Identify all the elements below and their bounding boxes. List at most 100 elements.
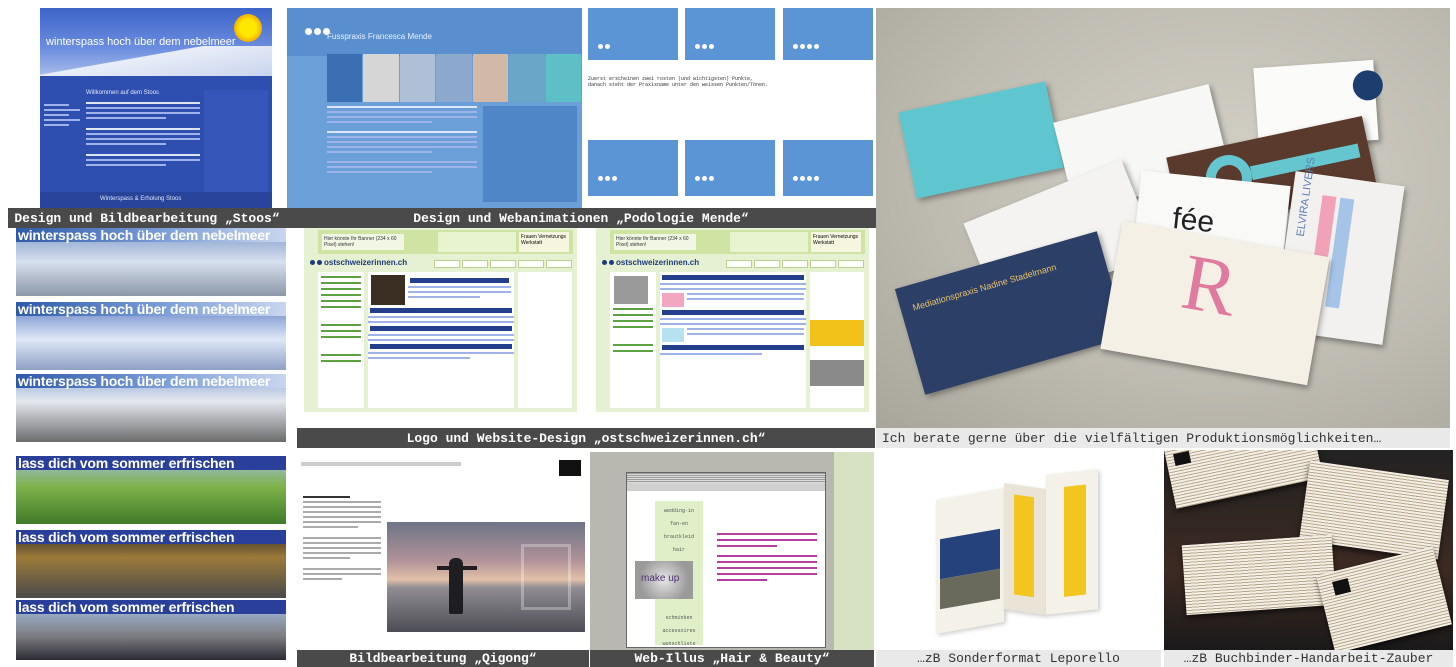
hair-menu-item[interactable]: hair — [655, 547, 703, 553]
ost-yellow-box — [810, 320, 864, 346]
ost-website-screenshot-1: Hier könnte Ihr Banner (234 x 60 Pixel) … — [304, 228, 577, 412]
card-mediation: Mediationspraxis Nadine Stadelmann — [894, 231, 1128, 395]
ost-top-banner: Hier könnte Ihr Banner (234 x 60 Pixel) … — [318, 230, 573, 254]
hair-menu-item[interactable]: fan-en — [655, 521, 703, 527]
window-titlebar — [627, 473, 825, 483]
stoos-header: winterspass hoch über dem nebelmeer — [40, 8, 272, 76]
ost-logo-text: ostschweizerinnen.ch — [324, 258, 408, 267]
window-toolbar — [627, 483, 825, 491]
podologie-frame-5 — [685, 140, 775, 196]
buchbinder-photo — [1164, 450, 1453, 650]
ost-side-nav — [610, 272, 656, 408]
podologie-photo-strip — [327, 54, 582, 102]
ost-banner-placeholder: Hier könnte Ihr Banner (234 x 60 Pixel) … — [322, 234, 404, 250]
podologie-animation-notes: Zuerst erscheinen zwei rosten (und wicht… — [588, 64, 872, 134]
podologie-text-block — [327, 106, 477, 176]
podologie-title: Fusspraxis Francesca Mende — [327, 32, 432, 41]
ost-event-box: Frauen Vernetzungs Werkstatt — [519, 232, 569, 252]
business-cards-photo: fée ELVIRA LIVERS Mediationspraxis Nadin… — [876, 8, 1450, 428]
banner-1: winterspass hoch über dem nebelmeer — [16, 228, 286, 296]
banner-4-text: lass dich vom sommer erfrischen — [16, 456, 286, 470]
stoos-website-screenshot: winterspass hoch über dem nebelmeer Will… — [40, 8, 272, 208]
ost-placeholder-image — [614, 276, 648, 304]
hair-right-panel — [834, 452, 874, 650]
ost-date-box — [730, 232, 808, 252]
qigong-beach-photo — [387, 522, 585, 632]
mountain-graphic — [40, 46, 272, 76]
podologie-frame-6 — [783, 140, 873, 196]
dots-icon — [598, 36, 612, 54]
dots-icon — [793, 168, 821, 186]
makeup-label: make up — [641, 573, 680, 584]
podologie-frame-3 — [783, 8, 873, 60]
banner-6: lass dich vom sommer erfrischen — [16, 600, 286, 660]
banner-3-text: winterspass hoch über dem nebelmeer — [16, 374, 286, 388]
podologie-frame-4 — [588, 140, 678, 196]
dots-icon — [695, 36, 716, 54]
dots-icon — [793, 36, 821, 54]
caption-stoos: Design und Bildbearbeitung „Stoos“ — [8, 208, 286, 228]
sun-logo-icon — [234, 14, 262, 42]
qigong-text-column — [303, 496, 381, 583]
card-stack-4 — [1316, 546, 1452, 650]
caption-podologie: Design und Webanimationen „Podologie Men… — [286, 208, 876, 228]
card-stack-1 — [1164, 450, 1324, 509]
podologie-website-screenshot: Fusspraxis Francesca Mende — [287, 8, 582, 208]
leporello-yellow-bar — [1014, 494, 1034, 598]
ost-banner-placeholder: Hier könnte Ihr Banner (234 x 60 Pixel) … — [614, 234, 696, 250]
stoos-main-content: Willkommen auf dem Stoos — [86, 90, 200, 169]
card-turquoise — [898, 81, 1064, 199]
hair-beauty-screenshot: wedding-in fan-en brautkleid hair schmin… — [590, 452, 874, 650]
hair-menu-item[interactable]: schminken — [655, 615, 703, 621]
hair-text-block — [717, 533, 817, 585]
banner-4: lass dich vom sommer erfrischen — [16, 456, 286, 524]
ost-event-box: Frauen Vernetzungs Werkstatt — [811, 232, 861, 252]
ost-main-content — [368, 272, 514, 408]
leporello-panel-2 — [1004, 483, 1046, 615]
hair-menu-item[interactable]: accessoires — [655, 628, 703, 634]
ost-logo-text: ostschweizerinnen.ch — [616, 258, 700, 267]
qigong-nav-bar — [301, 462, 461, 466]
stoos-welcome-heading: Willkommen auf dem Stoos — [86, 90, 160, 96]
ost-top-menu — [434, 260, 572, 268]
banner-6-text: lass dich vom sommer erfrischen — [16, 600, 286, 614]
stoos-footer: Winterspass & Erholung Stoos — [40, 192, 272, 208]
circle-logo-icon — [1351, 69, 1384, 102]
browser-window: wedding-in fan-en brautkleid hair schmin… — [626, 472, 826, 648]
banner-2: winterspass hoch über dem nebelmeer — [16, 302, 286, 370]
gold-logo-icon — [1332, 578, 1352, 596]
hair-menu-item[interactable]: wunschliste — [655, 641, 703, 647]
caption-ost: Logo und Website-Design „ostschweizerinn… — [297, 428, 875, 448]
ost-logo: ostschweizerinnen.ch — [602, 258, 699, 267]
qigong-website-screenshot — [297, 452, 589, 650]
mediation-title: Mediationspraxis Nadine Stadelmann — [911, 261, 1058, 313]
ost-right-rail — [518, 272, 572, 408]
podologie-sidebar — [483, 106, 577, 202]
banner-5-text: lass dich vom sommer erfrischen — [16, 530, 286, 544]
podologie-frame-1 — [588, 8, 678, 60]
ost-right-rail — [810, 272, 864, 408]
ost-top-menu — [726, 260, 864, 268]
stoos-site-title: winterspass hoch über dem nebelmeer — [46, 36, 236, 48]
ost-pink-box — [662, 293, 684, 307]
hair-menu-item[interactable]: wedding-in — [655, 508, 703, 514]
makeup-graphic: make up — [635, 561, 693, 599]
gold-logo-icon — [1173, 450, 1192, 466]
kanji-watermark — [521, 544, 571, 610]
ost-website-screenshot-2: Hier könnte Ihr Banner (234 x 60 Pixel) … — [596, 228, 869, 412]
hair-menu-item[interactable]: brautkleid — [655, 534, 703, 540]
podologie-intro-line-2: danach steht der Praxisname unter den we… — [588, 82, 769, 88]
caption-buchbinder: …zB Buchbinder-Handarbeit-Zauber — [1164, 650, 1453, 667]
banner-3: winterspass hoch über dem nebelmeer — [16, 374, 286, 442]
ost-blue-box — [662, 328, 684, 342]
leporello-yellow-bar — [1064, 484, 1086, 597]
dots-icon — [695, 168, 716, 186]
leporello-photo — [876, 450, 1161, 650]
leporello-panel-3 — [1046, 469, 1098, 615]
dots-icon — [598, 168, 619, 186]
podologie-frame-2 — [685, 8, 775, 60]
caption-cards: Ich berate gerne über die vielfältigen P… — [876, 428, 1450, 448]
caption-qigong: Bildbearbeitung „Qigong“ — [297, 650, 589, 667]
banner-1-text: winterspass hoch über dem nebelmeer — [16, 228, 286, 242]
r-logo-letter: R — [1175, 237, 1244, 334]
